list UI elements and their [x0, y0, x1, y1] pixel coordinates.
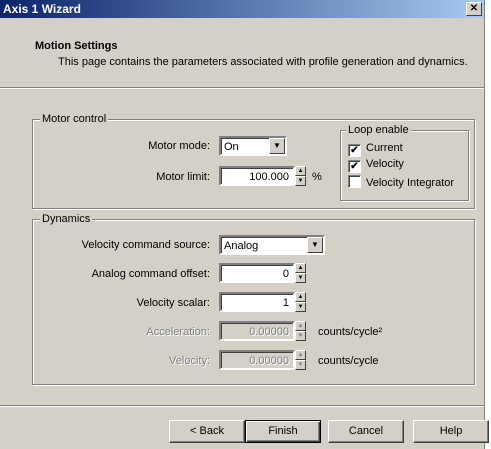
motor-limit-label: Motor limit:: [156, 171, 210, 183]
velocity-checkbox-label: Velocity: [366, 158, 404, 170]
analog-offset-input[interactable]: 0: [219, 263, 295, 283]
loop-enable-group-label: Loop enable: [346, 124, 411, 136]
motor-limit-value: 100.000: [249, 171, 289, 183]
velocity-checkbox[interactable]: ✔ Velocity: [348, 158, 404, 173]
back-button[interactable]: < Back: [169, 420, 245, 443]
title-bar[interactable]: Axis 1 Wizard ✕: [0, 0, 484, 18]
acceleration-label: Acceleration:: [146, 326, 210, 338]
motor-mode-label: Motor mode:: [148, 140, 210, 152]
checkbox-checked-icon[interactable]: ✔: [348, 160, 361, 173]
checkbox-unchecked-icon[interactable]: [348, 175, 361, 188]
footer-divider: [0, 405, 484, 407]
velocity-label: Velocity:: [169, 355, 210, 367]
chevron-down-icon[interactable]: ▼: [307, 237, 323, 253]
motor-mode-value: On: [224, 141, 239, 153]
spin-up-icon[interactable]: ▲: [295, 263, 306, 273]
analog-offset-spinner[interactable]: ▲ ▼: [295, 263, 306, 283]
page-description: This page contains the parameters associ…: [58, 56, 468, 68]
checkbox-checked-icon[interactable]: ✔: [348, 144, 361, 157]
velocity-integrator-checkbox[interactable]: Velocity Integrator: [348, 175, 454, 189]
velocity-source-label: Velocity command source:: [81, 239, 210, 251]
spin-up-icon: ▲: [295, 321, 306, 331]
motor-control-group-label: Motor control: [40, 113, 109, 125]
close-button[interactable]: ✕: [466, 2, 482, 16]
velocity-unit: counts/cycle: [318, 355, 379, 367]
velocity-input: 0.00000: [219, 350, 295, 370]
motor-limit-unit: %: [312, 171, 322, 183]
motor-limit-spinner[interactable]: ▲ ▼: [295, 166, 306, 186]
page-title: Motion Settings: [35, 40, 118, 52]
velocity-integrator-checkbox-label: Velocity Integrator: [366, 177, 455, 189]
analog-offset-label: Analog command offset:: [91, 268, 210, 280]
spin-down-icon: ▼: [295, 331, 306, 341]
velocity-scalar-input[interactable]: 1: [219, 292, 295, 312]
cancel-button[interactable]: Cancel: [328, 420, 404, 443]
velocity-spinner: ▲ ▼: [295, 350, 306, 370]
wizard-window: Axis 1 Wizard ✕ Motion Settings This pag…: [0, 0, 489, 449]
motor-mode-select[interactable]: On ▼: [219, 136, 287, 156]
dynamics-group-label: Dynamics: [40, 213, 93, 225]
spin-down-icon[interactable]: ▼: [295, 176, 306, 186]
analog-offset-value: 0: [282, 268, 289, 280]
velocity-source-select[interactable]: Analog ▼: [219, 235, 325, 255]
current-checkbox-label: Current: [366, 142, 403, 154]
spin-down-icon[interactable]: ▼: [295, 302, 306, 312]
wizard-header: Motion Settings This page contains the p…: [0, 18, 484, 86]
velocity-value: 0.00000: [249, 355, 289, 367]
acceleration-spinner: ▲ ▼: [295, 321, 306, 341]
velocity-scalar-label: Velocity scalar:: [136, 297, 210, 309]
finish-button[interactable]: Finish: [245, 420, 321, 443]
motor-limit-input[interactable]: 100.000: [219, 166, 295, 186]
window-title: Axis 1 Wizard: [3, 2, 81, 16]
current-checkbox[interactable]: ✔ Current: [348, 142, 403, 157]
velocity-scalar-value: 1: [282, 297, 289, 309]
acceleration-input: 0.00000: [219, 321, 295, 341]
spin-down-icon: ▼: [295, 360, 306, 370]
spin-up-icon: ▲: [295, 350, 306, 360]
help-button[interactable]: Help: [413, 420, 489, 443]
chevron-down-icon[interactable]: ▼: [269, 138, 285, 154]
acceleration-value: 0.00000: [249, 326, 289, 338]
velocity-scalar-spinner[interactable]: ▲ ▼: [295, 292, 306, 312]
spin-down-icon[interactable]: ▼: [295, 273, 306, 283]
spin-up-icon[interactable]: ▲: [295, 292, 306, 302]
velocity-source-value: Analog: [224, 240, 259, 252]
acceleration-unit: counts/cycle²: [318, 326, 383, 338]
spin-up-icon[interactable]: ▲: [295, 166, 306, 176]
header-divider: [0, 87, 484, 89]
